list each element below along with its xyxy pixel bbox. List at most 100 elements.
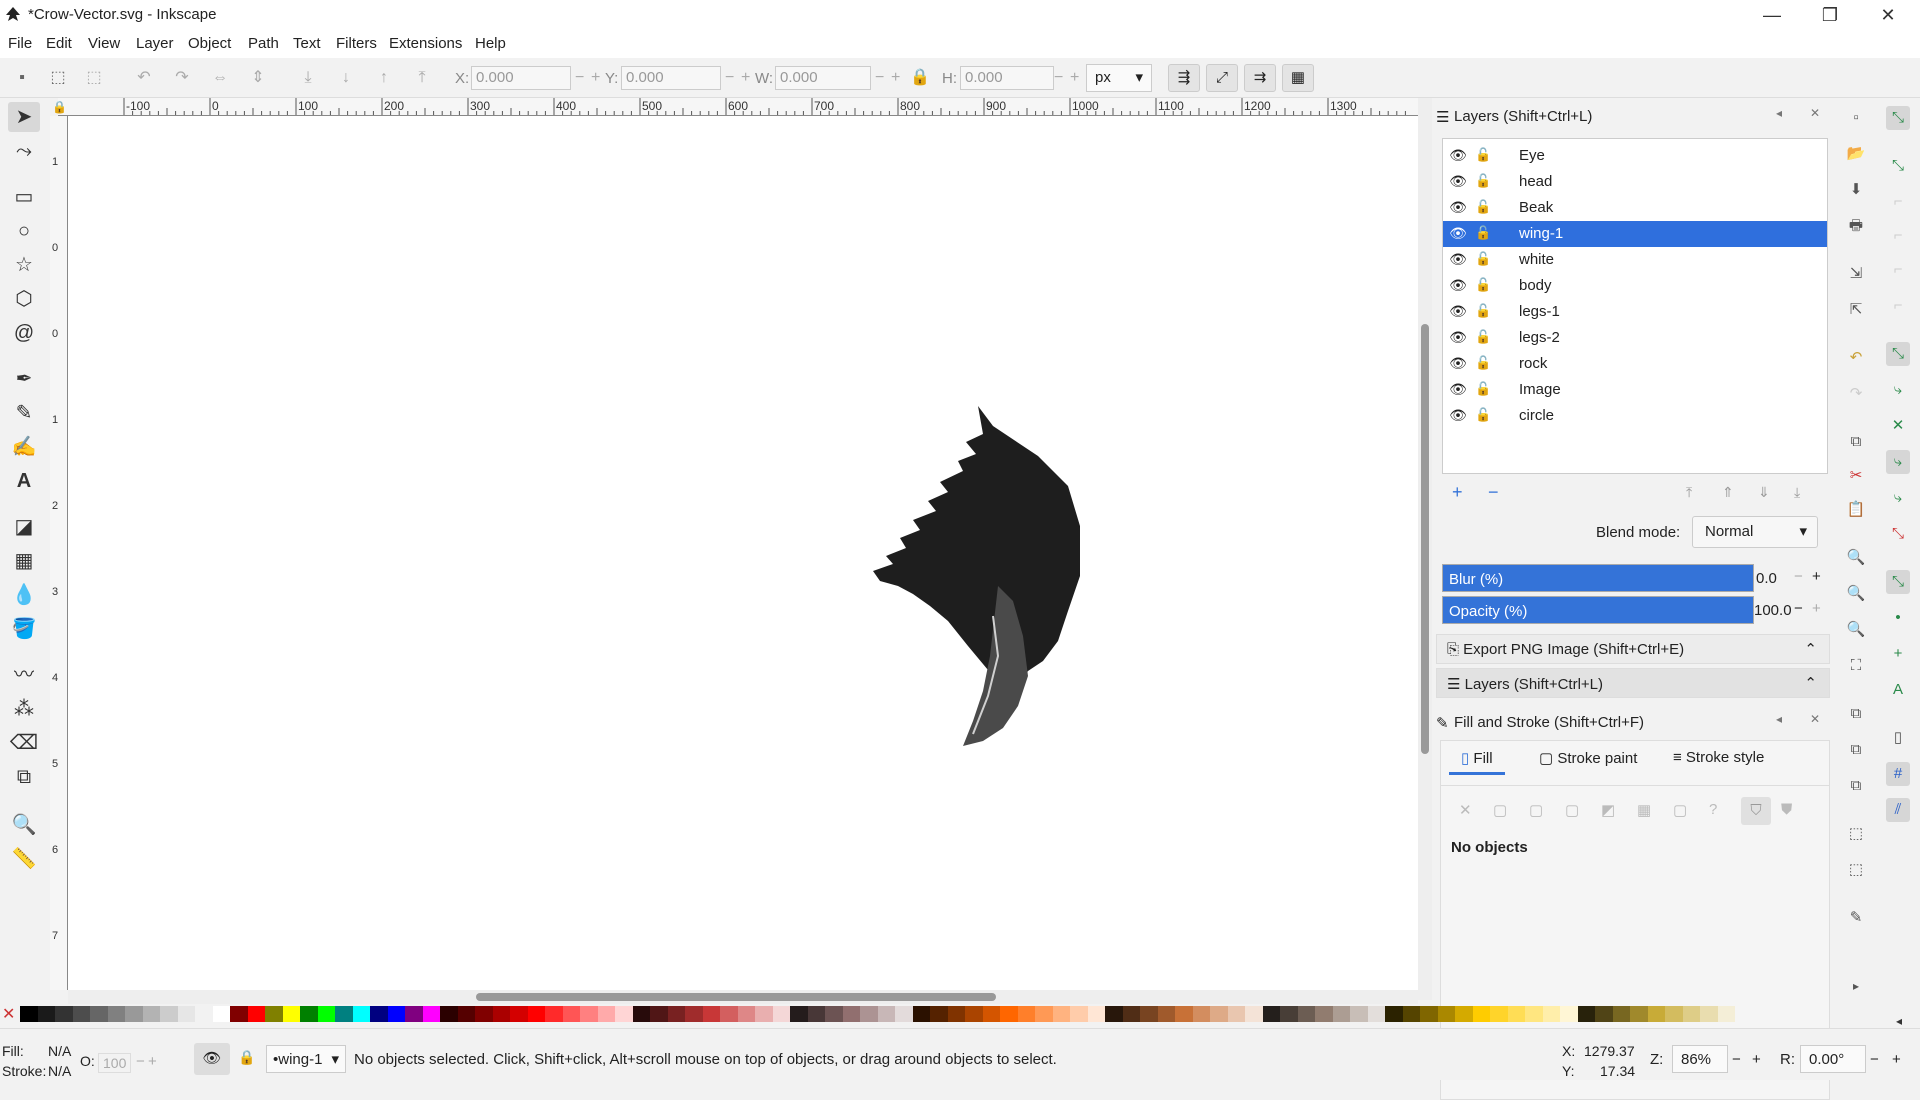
snap-paths-icon[interactable]: ⤷ xyxy=(1886,378,1910,402)
palette-swatch[interactable] xyxy=(1420,1006,1438,1022)
snap-bbox-center-icon[interactable]: ⌐ xyxy=(1886,294,1910,318)
layer-up-icon[interactable]: ⇑ xyxy=(1722,484,1734,501)
radial-gradient-icon[interactable]: ▢ xyxy=(1565,801,1579,819)
pattern-icon[interactable]: ▦ xyxy=(1637,801,1651,819)
zoom-in-button[interactable]: + xyxy=(1752,1051,1761,1068)
menu-view[interactable]: View xyxy=(88,35,120,52)
layer-to-bottom-icon[interactable]: ⤓ xyxy=(1794,484,1800,501)
palette-swatch[interactable] xyxy=(1647,1006,1665,1022)
palette-swatch[interactable] xyxy=(982,1006,1000,1022)
palette-swatch[interactable] xyxy=(195,1006,213,1022)
w-increment[interactable]: + xyxy=(891,69,900,87)
palette-swatch[interactable] xyxy=(1525,1006,1543,1022)
linear-gradient-icon[interactable]: ▢ xyxy=(1529,801,1543,819)
tab-fill[interactable]: ▯ Fill xyxy=(1449,741,1505,775)
pencil-tool-icon[interactable]: ✎ xyxy=(8,398,40,428)
blur-value[interactable]: 0.0 xyxy=(1756,570,1777,587)
palette-swatch[interactable] xyxy=(1455,1006,1473,1022)
palette-swatch[interactable] xyxy=(352,1006,370,1022)
layer-row[interactable]: 👁 🔓 legs-2 xyxy=(1443,325,1827,351)
lock-ratio-icon[interactable]: 🔒 xyxy=(910,68,930,88)
palette-swatch[interactable] xyxy=(615,1006,633,1022)
fill-rule-nonzero-icon[interactable]: ⛊ xyxy=(1781,801,1792,818)
unlock-icon[interactable]: 🔓 xyxy=(1475,173,1491,191)
unlock-icon[interactable]: 🔓 xyxy=(1475,251,1491,269)
palette-swatch[interactable] xyxy=(1437,1006,1455,1022)
h-decrement[interactable]: − xyxy=(1054,69,1063,87)
palette-swatch[interactable] xyxy=(387,1006,405,1022)
zoom-drawing-icon[interactable]: 🔍 xyxy=(1844,582,1868,606)
palette-swatch[interactable] xyxy=(1332,1006,1350,1022)
export-icon[interactable]: ⇱ xyxy=(1844,298,1868,322)
mesh-tool-icon[interactable]: ▦ xyxy=(8,546,40,576)
y-input[interactable]: 0.000 xyxy=(621,66,721,90)
new-document-icon[interactable]: ▫ xyxy=(1844,106,1868,130)
snap-cusp-nodes-icon[interactable]: ⤷ xyxy=(1886,450,1910,474)
vertical-scrollbar[interactable] xyxy=(1418,98,1432,1000)
color-palette[interactable]: ✕ xyxy=(0,1004,1900,1024)
current-layer-select[interactable]: •wing-1 ▾ xyxy=(266,1045,346,1073)
redo-icon[interactable]: ↷ xyxy=(1844,382,1868,406)
swatch-icon[interactable]: ▢ xyxy=(1673,801,1687,819)
no-paint-icon[interactable]: ✕ xyxy=(1459,801,1472,819)
palette-swatch[interactable] xyxy=(1280,1006,1298,1022)
palette-swatch[interactable] xyxy=(1227,1006,1245,1022)
palette-swatch[interactable] xyxy=(475,1006,493,1022)
more-icon[interactable]: ▸ xyxy=(1844,974,1868,998)
palette-swatch[interactable] xyxy=(1175,1006,1193,1022)
select-all-icon[interactable]: ▪ xyxy=(12,68,32,88)
zoom-page-icon[interactable]: 🔍 xyxy=(1844,618,1868,642)
eraser-tool-icon[interactable]: ⌫ xyxy=(8,728,40,758)
measure-tool-icon[interactable]: 📏 xyxy=(8,844,40,874)
tweak-tool-icon[interactable]: 〰 xyxy=(8,660,40,690)
palette-swatch[interactable] xyxy=(300,1006,318,1022)
snap-intersections-icon[interactable]: ✕ xyxy=(1886,414,1910,438)
palette-swatch[interactable] xyxy=(1157,1006,1175,1022)
unlock-icon[interactable]: 🔓 xyxy=(1475,199,1491,217)
layer-row[interactable]: 👁 🔓 circle xyxy=(1443,403,1827,429)
w-decrement[interactable]: − xyxy=(875,69,884,87)
zoom-out-button[interactable]: − xyxy=(1732,1051,1741,1068)
palette-swatch[interactable] xyxy=(457,1006,475,1022)
palette-swatch[interactable] xyxy=(1245,1006,1263,1022)
palette-swatch[interactable] xyxy=(317,1006,335,1022)
palette-swatch[interactable] xyxy=(1140,1006,1158,1022)
palette-swatch[interactable] xyxy=(1577,1006,1595,1022)
y-increment[interactable]: + xyxy=(741,69,750,87)
undo-icon[interactable]: ↶ xyxy=(1844,346,1868,370)
palette-swatch[interactable] xyxy=(1665,1006,1683,1022)
panel-close-icon[interactable]: ✕ xyxy=(1810,106,1820,120)
eye-icon[interactable]: 👁 xyxy=(1449,277,1467,295)
layer-name[interactable]: wing-1 xyxy=(1519,225,1563,242)
palette-swatch[interactable] xyxy=(1297,1006,1315,1022)
layer-row[interactable]: 👁 🔓 Image xyxy=(1443,377,1827,403)
lower-to-bottom-icon[interactable]: ⤓ xyxy=(298,68,318,88)
palette-swatch[interactable] xyxy=(1070,1006,1088,1022)
3d-box-tool-icon[interactable]: ⬡ xyxy=(8,284,40,314)
palette-swatch[interactable] xyxy=(1122,1006,1140,1022)
rotate-cw-icon[interactable]: ↷ xyxy=(172,68,192,88)
spiral-tool-icon[interactable]: @ xyxy=(8,318,40,348)
palette-swatch[interactable] xyxy=(807,1006,825,1022)
layer-name[interactable]: head xyxy=(1519,173,1552,190)
palette-swatch[interactable] xyxy=(510,1006,528,1022)
layer-row[interactable]: 👁 🔓 wing-1 xyxy=(1443,221,1827,247)
layer-row[interactable]: 👁 🔓 legs-1 xyxy=(1443,299,1827,325)
palette-swatch[interactable] xyxy=(527,1006,545,1022)
dropper-tool-icon[interactable]: 💧 xyxy=(8,580,40,610)
eye-icon[interactable]: 👁 xyxy=(1449,199,1467,217)
palette-swatch[interactable] xyxy=(895,1006,913,1022)
layer-name[interactable]: rock xyxy=(1519,355,1547,372)
fill-stroke-icon[interactable]: ✎ xyxy=(1844,906,1868,930)
eye-icon[interactable]: 👁 xyxy=(1449,407,1467,425)
palette-swatch[interactable] xyxy=(370,1006,388,1022)
palette-swatch[interactable] xyxy=(877,1006,895,1022)
palette-swatch[interactable] xyxy=(72,1006,90,1022)
x-decrement[interactable]: − xyxy=(575,69,584,87)
text-tool-icon[interactable]: A xyxy=(8,466,40,496)
palette-swatch[interactable] xyxy=(562,1006,580,1022)
unlock-icon[interactable]: 🔓 xyxy=(1475,225,1491,243)
unlink-clone-icon[interactable]: ⧉ xyxy=(1844,774,1868,798)
palette-swatch[interactable] xyxy=(1402,1006,1420,1022)
layers-panel-tab[interactable]: ☰ Layers (Shift+Ctrl+L) ⌃ xyxy=(1436,668,1830,698)
